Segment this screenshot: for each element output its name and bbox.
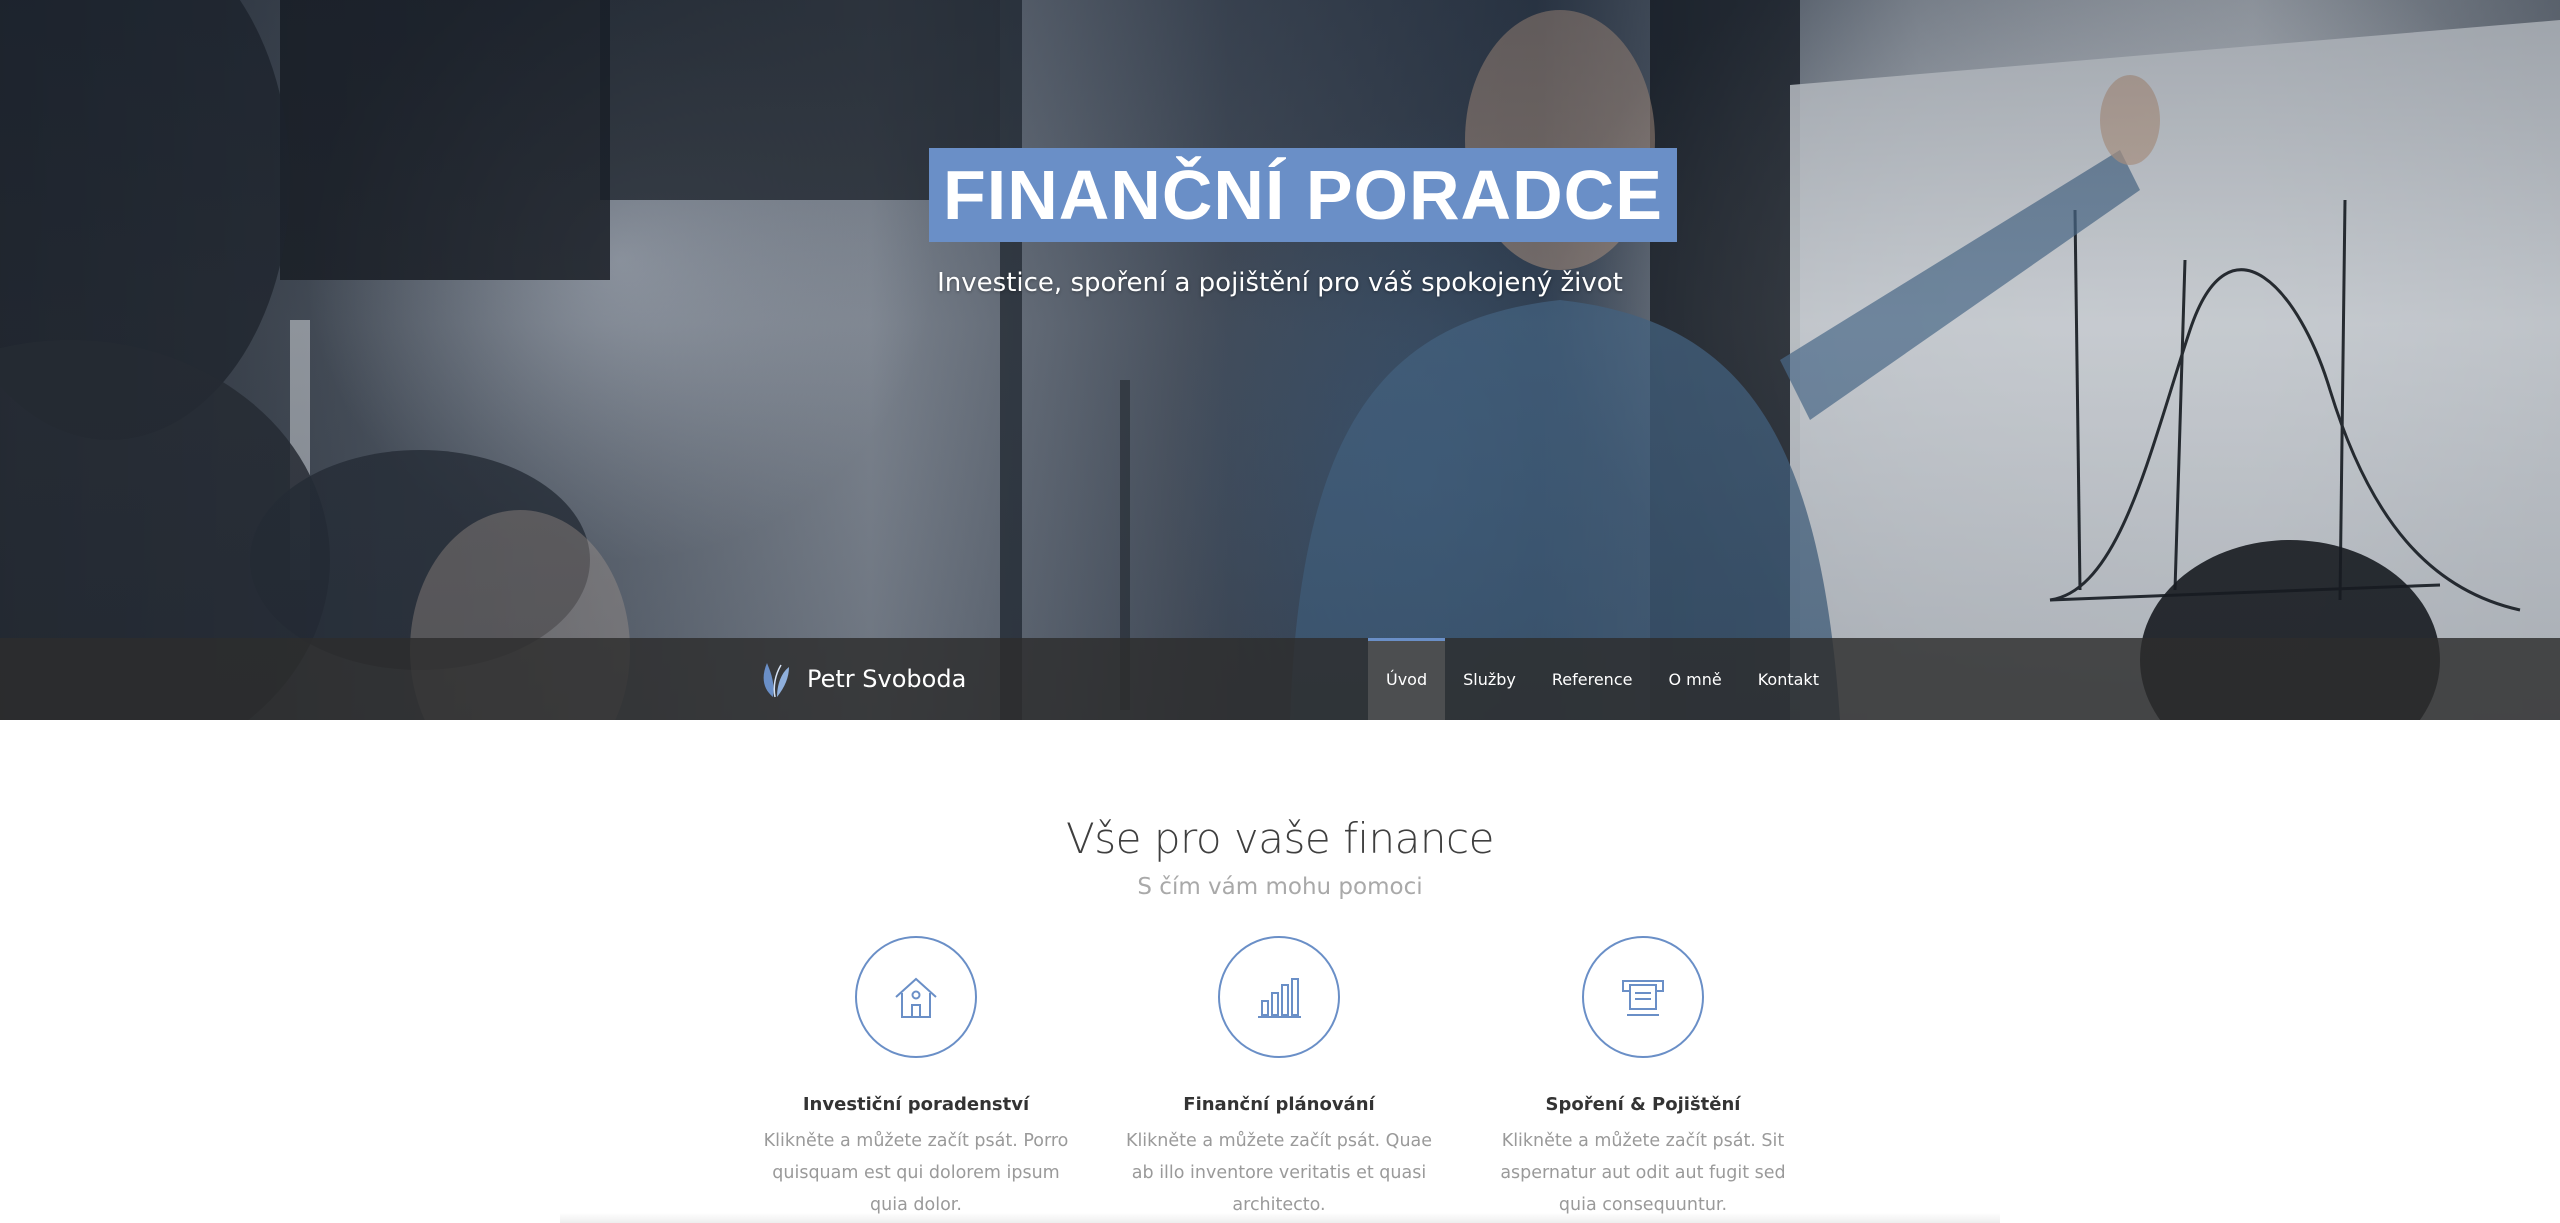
- main-menu: Úvod Služby Reference O mně Kontakt: [1368, 638, 1837, 720]
- bar-chart-icon: [1258, 978, 1301, 1018]
- hero-section: FINANČNÍ PORADCE Investice, spoření a po…: [0, 0, 2560, 720]
- nav-item-o-mne[interactable]: O mně: [1650, 638, 1739, 720]
- feature-title: Investiční poradenství: [802, 1094, 1030, 1115]
- feature-planning: Finanční plánování Klikněte a můžete zač…: [1109, 936, 1449, 1221]
- feature-savings: Spoření & Pojištění Klikněte a můžete za…: [1473, 936, 1813, 1221]
- feature-title: Spoření & Pojištění: [1545, 1094, 1741, 1115]
- feature-text: Klikněte a můžete začít psát. Quae ab il…: [1125, 1131, 1433, 1215]
- nav-item-sluzby[interactable]: Služby: [1445, 638, 1534, 720]
- hero-title: FINANČNÍ PORADCE: [943, 156, 1663, 234]
- feature-icon-circle: [855, 936, 977, 1058]
- nav-item-kontakt[interactable]: Kontakt: [1740, 638, 1837, 720]
- feature-icon-circle: [1218, 936, 1340, 1058]
- nav-item-reference[interactable]: Reference: [1534, 638, 1651, 720]
- services-title: Vše pro vaše finance: [1066, 814, 1494, 863]
- main-navbar: Petr Svoboda Úvod Služby Reference O mně…: [0, 638, 2560, 720]
- atm-icon: [1622, 980, 1664, 1016]
- house-icon: [895, 977, 937, 1018]
- feature-text: Klikněte a můžete začít psát. Sit aspern…: [1500, 1131, 1786, 1215]
- brand-link[interactable]: Petr Svoboda: [755, 659, 966, 699]
- services-subtitle: S čím vám mohu pomoci: [1137, 874, 1423, 900]
- feature-text: Klikněte a můžete začít psát. Porro quis…: [763, 1131, 1069, 1215]
- hero-overlay: [0, 0, 2560, 720]
- hero-subtitle: Investice, spoření a pojištění pro váš s…: [937, 268, 1623, 298]
- hero-title-highlight: FINANČNÍ PORADCE: [929, 148, 1677, 242]
- leaf-logo-icon: [763, 663, 789, 698]
- brand-name: Petr Svoboda: [807, 665, 967, 693]
- feature-icon-circle: [1582, 936, 1704, 1058]
- feature-investment: Investiční poradenství Klikněte a můžete…: [746, 936, 1086, 1221]
- scroll-shadow: [560, 1213, 2000, 1223]
- nav-item-uvod[interactable]: Úvod: [1368, 638, 1446, 720]
- feature-title: Finanční plánování: [1183, 1094, 1375, 1115]
